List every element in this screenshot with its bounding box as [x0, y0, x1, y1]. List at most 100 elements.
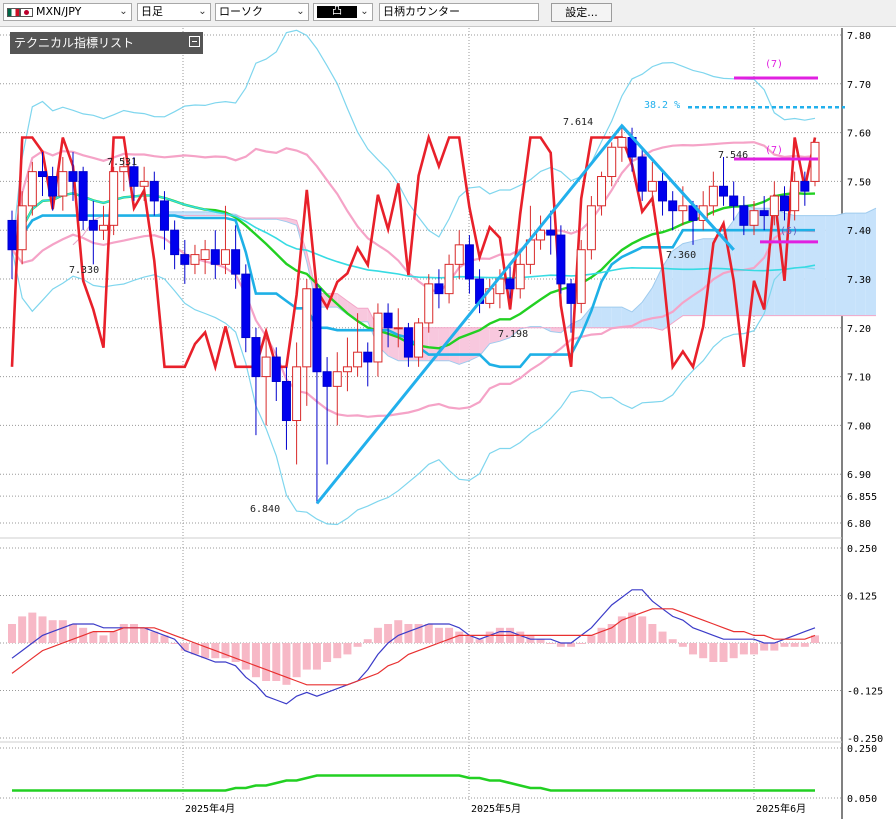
candle-body	[586, 205, 596, 251]
x-label-june: 2025年6月	[756, 802, 806, 815]
candle-body	[7, 219, 17, 251]
macd-histogram-bar	[58, 620, 67, 643]
macd-histogram-bar	[424, 624, 433, 643]
macd-histogram-bar	[323, 643, 332, 662]
macd-histogram-bar	[18, 616, 27, 643]
y-tick-label: 6.80	[847, 519, 871, 530]
macd-histogram-bar	[678, 643, 687, 647]
macd-histogram-bar	[719, 643, 728, 662]
y-tick-label: 6.855	[847, 492, 877, 503]
restore-icon[interactable]	[189, 36, 200, 47]
macd-histogram-bar	[739, 643, 748, 655]
candle-body	[414, 322, 424, 358]
macd-panel	[8, 589, 819, 705]
candle-body	[739, 205, 749, 226]
macd-histogram-bar	[38, 616, 47, 643]
indicator-2-line	[12, 774, 815, 792]
candle-body	[109, 171, 119, 226]
candle-body	[769, 195, 779, 217]
x-label-april: 2025年4月	[185, 802, 235, 815]
price-label-low-main: 6.840	[250, 504, 280, 515]
x-label-may: 2025年5月	[471, 802, 521, 815]
macd-histogram-bar	[272, 643, 281, 681]
y-tick-label: 7.50	[847, 177, 871, 188]
candle-body	[220, 249, 230, 265]
candle-body	[159, 200, 169, 231]
candle-body	[37, 171, 47, 178]
cloud-segment	[815, 215, 826, 316]
candle-body	[719, 185, 729, 197]
macd-histogram-bar	[190, 643, 199, 655]
macd-histogram-bar	[28, 612, 37, 643]
candle-body	[180, 254, 190, 265]
candle-body	[27, 171, 37, 207]
cloud-segment	[479, 327, 490, 356]
candle-body	[271, 356, 281, 382]
y-tick-label: 7.20	[847, 324, 871, 335]
candle-body	[434, 283, 444, 295]
candle-body	[759, 210, 769, 217]
macd-histogram-bar	[333, 643, 342, 659]
price-label-low3: 7.360	[666, 250, 696, 261]
y-tick-label: 7.00	[847, 421, 871, 432]
candle-body	[444, 263, 454, 295]
candle-body	[647, 180, 657, 192]
candle-body	[515, 263, 525, 290]
candle-body	[424, 283, 434, 324]
technical-indicator-list[interactable]: テクニカル指標リスト	[10, 32, 203, 54]
macd-histogram-bar	[312, 643, 321, 670]
candle-body	[98, 224, 108, 231]
macd-tick-label: 0.125	[847, 592, 877, 603]
price-label-low2: 7.198	[498, 329, 528, 340]
count-label-low: (6)	[780, 226, 798, 237]
cloud-segment	[835, 213, 846, 316]
macd-histogram-bar	[658, 631, 667, 643]
candle-body	[231, 249, 241, 275]
macd-histogram-bar	[343, 643, 352, 655]
count-label-top: (7)	[765, 59, 783, 70]
candle-body	[729, 195, 739, 207]
candle-body	[403, 327, 413, 358]
macd-histogram-bar	[99, 635, 108, 643]
macd-histogram-bar	[302, 643, 311, 670]
candle-body	[251, 337, 261, 378]
macd-histogram-bar	[770, 643, 779, 651]
chart-canvas[interactable]: 7.531 7.330 6.840 7.198 7.614 7.360 7.546 (7) (7…	[0, 0, 896, 819]
candle-body	[454, 244, 464, 265]
candle-body	[373, 312, 383, 363]
macd-histogram-bar	[241, 643, 250, 670]
candle-body	[790, 180, 800, 212]
macd-histogram-bar	[251, 643, 260, 678]
y-tick-label: 7.80	[847, 31, 871, 42]
price-label-low1: 7.330	[69, 265, 99, 276]
y-tick-label: 6.90	[847, 470, 871, 481]
candle-body	[353, 351, 363, 368]
candle-body	[607, 146, 617, 178]
macd-histogram-bar	[699, 643, 708, 659]
macd-histogram-bar	[292, 643, 301, 678]
y-tick-label: 7.60	[847, 129, 871, 140]
price-label-high3: 7.546	[718, 150, 748, 161]
macd-histogram-bar	[648, 624, 657, 643]
macd-histogram-bar	[689, 643, 698, 655]
candle-body	[780, 195, 790, 212]
candle-body	[464, 244, 474, 280]
price-axis: 7.80 7.70 7.60 7.50 7.40 7.30 7.20 7.10 7.00 6.90…	[847, 31, 883, 805]
ind2-tick-label: 0.050	[847, 794, 877, 805]
macd-histogram-bar	[760, 643, 769, 651]
macd-histogram-bar	[384, 624, 393, 643]
y-tick-label: 7.70	[847, 80, 871, 91]
candle-body	[58, 171, 68, 197]
macd-histogram-bar	[373, 627, 382, 643]
price-label-high1: 7.531	[107, 157, 137, 168]
candle-body	[281, 380, 291, 422]
candle-body	[332, 371, 342, 387]
candle-body	[17, 205, 27, 251]
y-tick-label: 7.40	[847, 226, 871, 237]
macd-histogram-bar	[577, 643, 586, 644]
candle-body	[322, 371, 332, 387]
candle-body	[241, 273, 251, 339]
macd-histogram-bar	[607, 624, 616, 643]
candle-body	[668, 200, 678, 212]
candle-body	[597, 176, 607, 207]
